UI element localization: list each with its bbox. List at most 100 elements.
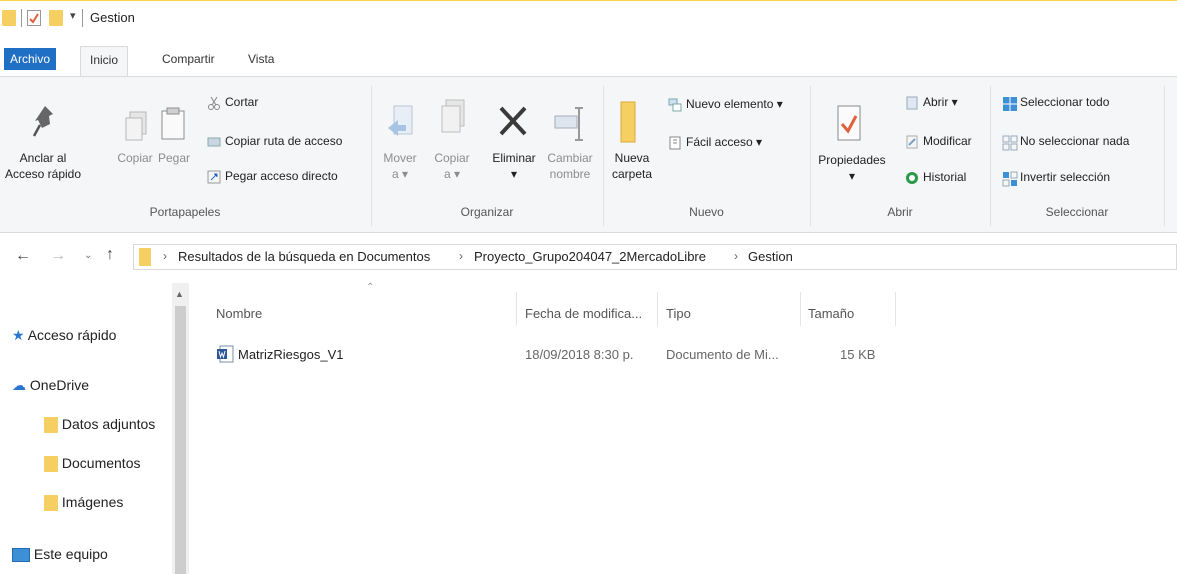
new-group-label: Nuevo [689,205,724,219]
recent-locations-chevron-icon[interactable]: ⌄ [84,250,92,261]
back-arrow-icon[interactable]: ← [15,247,31,265]
nav-onedrive-label: OneDrive [29,377,90,393]
delete-button[interactable]: Eliminar ▾ [487,150,541,182]
breadcrumb-project[interactable]: Proyecto_Grupo204047_2MercadoLibre [474,249,706,264]
breadcrumb-separator-icon[interactable]: › [163,249,167,263]
select-none-label: No seleccionar nada [1020,134,1130,148]
rename-icon [553,106,587,145]
edit-button[interactable]: Modificar [905,131,972,151]
move-label-1: Mover [383,151,417,165]
move-to-icon [386,104,414,145]
copy-path-icon [207,135,221,149]
file-name[interactable]: MatrizRiesgos_V1 [238,347,344,362]
nav-scrollbar-thumb[interactable] [175,306,186,574]
computer-icon [12,548,30,563]
pin-quick-access-button[interactable]: Anclar al Acceso rápido [0,150,86,182]
cut-button[interactable]: Cortar [207,92,258,112]
easy-access-icon [668,136,682,150]
nav-folder-images[interactable]: Imágenes [44,494,124,512]
file-size: 15 KB [840,347,876,362]
breadcrumb-separator-icon[interactable]: › [459,249,463,263]
cloud-icon: ☁ [12,377,26,393]
column-header-name[interactable]: Nombre [216,306,262,321]
copy-to-button[interactable]: Copiar a ▾ [431,150,473,182]
tab-share[interactable]: Compartir [162,48,215,70]
column-header-type[interactable]: Tipo [666,306,691,321]
paste-shortcut-button[interactable]: Pegar acceso directo [207,166,338,186]
address-folder-icon [139,248,151,266]
column-header-size[interactable]: Tamaño [808,306,854,321]
scissors-icon [207,96,221,110]
folder-icon [44,417,58,434]
open-icon [905,96,919,110]
column-divider[interactable] [800,292,801,326]
clipboard-group-label: Portapapeles [149,205,221,219]
word-document-icon [216,345,234,366]
properties-button[interactable]: Propiedades ▾ [818,152,886,184]
column-header-date[interactable]: Fecha de modifica... [525,306,642,321]
invert-selection-icon [1002,171,1018,187]
breadcrumb-gestion[interactable]: Gestion [748,249,793,264]
select-none-icon [1002,135,1018,151]
edit-icon [905,135,919,149]
new-folder-quick-icon[interactable] [49,10,63,26]
breadcrumb-search-results[interactable]: Resultados de la búsqueda en Documentos [178,249,430,264]
scroll-up-icon[interactable]: ▲ [175,289,184,299]
new-folder-icon [619,100,639,149]
open-button[interactable]: Abrir ▾ [905,92,958,112]
select-all-label: Seleccionar todo [1020,95,1110,109]
nav-quick-access[interactable]: ★ Acceso rápido [12,327,116,344]
title-divider-2 [82,9,83,27]
invert-selection-button[interactable]: Invertir selección [1002,167,1110,187]
new-folder-button[interactable]: Nueva carpeta [612,150,652,182]
customize-toolbar-icon[interactable]: ▾ [70,9,76,22]
copy-to-label-2: a [443,167,451,181]
nav-folder-documents[interactable]: Documentos [44,455,141,473]
properties-quick-icon[interactable] [27,10,41,26]
column-divider[interactable] [895,292,896,326]
rename-button[interactable]: Cambiar nombre [544,150,596,182]
select-group-label: Seleccionar [1045,205,1109,219]
folder-icon [44,456,58,473]
folder-icon [44,495,58,512]
history-button[interactable]: Historial [905,167,966,187]
up-arrow-icon[interactable]: ↑ [106,246,114,264]
history-icon [905,171,919,185]
sort-ascending-icon: ⌃ [366,282,375,293]
column-divider[interactable] [516,292,517,326]
paste-shortcut-icon [207,170,221,184]
breadcrumb-separator-icon[interactable]: › [734,249,738,263]
new-item-button[interactable]: Nuevo elemento ▾ [668,94,783,114]
column-divider[interactable] [657,292,658,326]
title-divider [21,9,22,27]
folder-icon [2,10,16,26]
move-to-button[interactable]: Mover a ▾ [380,150,420,182]
nav-folder-attachments[interactable]: Datos adjuntos [44,416,156,434]
properties-label: Propiedades [818,153,886,167]
nav-folder-label: Documentos [61,455,141,471]
nav-folder-label: Imágenes [61,494,124,510]
pin-label-1: Anclar al [19,151,67,165]
new-folder-label-1: Nueva [614,151,650,165]
nav-this-pc[interactable]: Este equipo [12,546,108,563]
nav-onedrive[interactable]: ☁ OneDrive [12,377,89,394]
copy-to-icon [440,98,468,141]
rename-label-2: nombre [549,167,591,181]
select-all-icon [1002,96,1017,111]
tab-home[interactable]: Inicio [80,46,129,77]
copy-button[interactable]: Copiar [117,150,153,166]
window-top-border [0,0,1177,1]
copy-icon [124,110,150,147]
move-label-2: a [391,167,399,181]
tab-view[interactable]: Vista [248,48,274,70]
nav-folder-label: Datos adjuntos [61,416,156,432]
forward-arrow-icon[interactable]: → [50,247,66,265]
new-item-icon [668,98,682,112]
paste-button[interactable]: Pegar [156,150,192,166]
select-all-button[interactable]: Seleccionar todo [1002,92,1109,112]
copy-path-button[interactable]: Copiar ruta de acceso [207,131,342,151]
select-none-button[interactable]: No seleccionar nada [1002,131,1129,151]
tab-file[interactable]: Archivo [4,48,57,70]
nav-quick-access-label: Acceso rápido [27,327,117,343]
easy-access-button[interactable]: Fácil acceso ▾ [668,132,762,152]
